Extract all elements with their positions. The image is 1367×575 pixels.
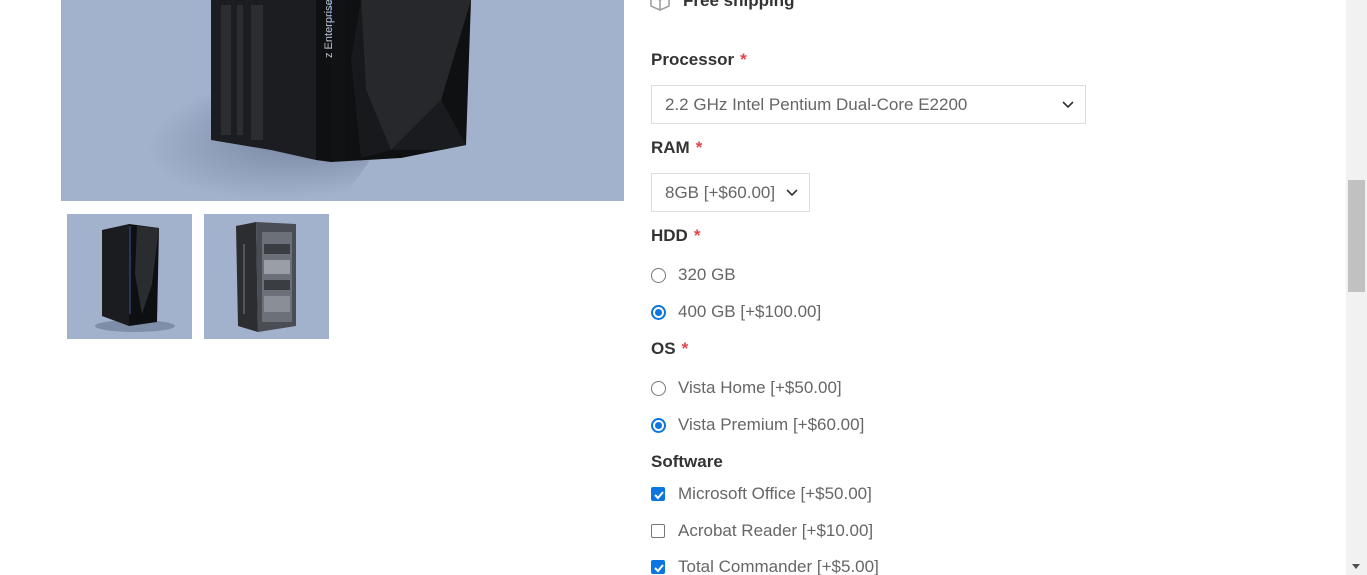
software-option-label: Microsoft Office [+$50.00] [678, 484, 872, 503]
os-option-vista-home[interactable]: Vista Home [+$50.00] [651, 378, 842, 398]
checkmark-icon [654, 564, 664, 573]
os-label-text: OS [651, 339, 676, 358]
hdd-label-text: HDD [651, 226, 688, 245]
hdd-label: HDD * [651, 226, 700, 246]
server-open-image [236, 222, 296, 332]
os-label: OS * [651, 339, 688, 359]
processor-label: Processor * [651, 50, 747, 70]
radio-button-selected[interactable] [651, 417, 666, 433]
ram-label-text: RAM [651, 138, 690, 157]
ram-select[interactable]: 8GB [+$60.00] [651, 173, 810, 212]
scroll-down-arrow-icon[interactable] [1352, 564, 1360, 569]
required-marker: * [681, 339, 689, 358]
hdd-option-320gb[interactable]: 320 GB [651, 265, 736, 285]
required-marker: * [695, 138, 703, 157]
hdd-option-label: 320 GB [678, 265, 736, 284]
processor-selected-value: 2.2 GHz Intel Pentium Dual-Core E2200 [665, 94, 968, 114]
software-option-label: Acrobat Reader [+$10.00] [678, 521, 874, 540]
server-open-thumbnail[interactable] [204, 214, 329, 339]
hdd-option-400gb[interactable]: 400 GB [+$100.00] [651, 302, 821, 322]
main-product-image[interactable]: z Enterprise [61, 0, 624, 201]
radio-button-selected[interactable] [651, 304, 666, 320]
os-option-label: Vista Premium [+$60.00] [678, 415, 865, 434]
checkbox-checked[interactable] [651, 487, 665, 501]
processor-select[interactable]: 2.2 GHz Intel Pentium Dual-Core E2200 [651, 85, 1086, 124]
free-shipping-label: Free shipping [683, 0, 795, 10]
software-option-acrobat-reader[interactable]: Acrobat Reader [+$10.00] [651, 521, 873, 541]
server-front-image [95, 224, 175, 332]
box-icon [650, 0, 670, 11]
required-marker: * [740, 50, 747, 69]
software-label-text: Software [651, 452, 723, 471]
brand-text: z Enterprise [323, 0, 335, 58]
chevron-down-icon [1062, 101, 1074, 109]
ram-selected-value: 8GB [+$60.00] [665, 182, 776, 202]
server-illustration [211, 0, 471, 162]
software-option-microsoft-office[interactable]: Microsoft Office [+$50.00] [651, 484, 872, 504]
os-option-label: Vista Home [+$50.00] [678, 378, 842, 397]
hdd-option-label: 400 GB [+$100.00] [678, 302, 822, 321]
radio-button[interactable] [651, 380, 666, 396]
ram-label: RAM * [651, 138, 702, 158]
radio-button[interactable] [651, 267, 666, 283]
software-option-total-commander[interactable]: Total Commander [+$5.00] [651, 557, 879, 575]
chevron-down-icon [786, 189, 798, 197]
page-scrollbar[interactable] [1346, 0, 1367, 575]
checkbox[interactable] [651, 524, 665, 538]
required-marker: * [693, 226, 701, 245]
free-shipping: Free shipping [649, 0, 794, 13]
checkmark-icon [654, 491, 664, 500]
software-option-label: Total Commander [+$5.00] [678, 557, 879, 575]
checkbox-checked[interactable] [651, 560, 665, 574]
scrollbar-thumb[interactable] [1348, 180, 1365, 292]
os-option-vista-premium[interactable]: Vista Premium [+$60.00] [651, 415, 864, 435]
processor-label-text: Processor [651, 50, 735, 69]
software-label: Software [651, 452, 723, 472]
server-front-thumbnail[interactable] [67, 214, 192, 339]
